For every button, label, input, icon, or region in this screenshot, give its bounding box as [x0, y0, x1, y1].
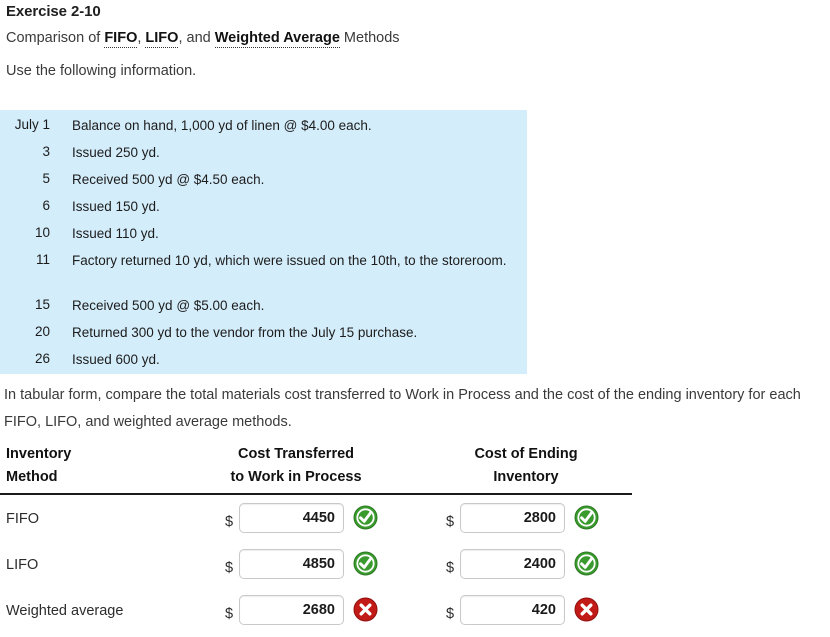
- currency-symbol: $: [446, 560, 455, 576]
- row-label-lifo: LIFO: [6, 557, 39, 573]
- column-header-method: Inventory Method: [6, 443, 186, 489]
- info-row-description: Received 500 yd @ $5.00 each.: [72, 298, 265, 313]
- answer-table: Inventory Method Cost Transferred to Wor…: [0, 443, 660, 625]
- info-row-date: 11: [35, 252, 50, 267]
- info-row-description: Factory returned 10 yd, which were issue…: [72, 253, 507, 268]
- subtitle-prefix: Comparison of: [6, 30, 105, 46]
- column-header-transferred-line1: Cost Transferred: [237, 446, 355, 462]
- x-circle-icon: [574, 597, 599, 622]
- column-header-cost-ending-inventory: Cost of Ending Inventory: [420, 443, 632, 489]
- table-row: Weighted average $ $: [0, 591, 660, 637]
- page-title: Exercise 2-10: [6, 3, 101, 20]
- info-row-date: July 1: [14, 117, 50, 132]
- instructions-text: In tabular form, compare the total mater…: [4, 387, 801, 430]
- answer-input-transferred-fifo[interactable]: [239, 503, 344, 533]
- answer-input-ending-weighted-average[interactable]: [460, 595, 565, 625]
- currency-symbol: $: [446, 514, 455, 530]
- currency-symbol: $: [225, 560, 234, 576]
- term-weighted-average: Weighted Average: [214, 30, 340, 48]
- currency-symbol: $: [225, 514, 234, 530]
- term-fifo: FIFO: [104, 30, 138, 48]
- info-row-date: 15: [34, 297, 50, 312]
- column-header-ending-line2: Inventory: [493, 469, 559, 485]
- table-header-row: Inventory Method Cost Transferred to Wor…: [0, 443, 660, 495]
- info-row-description: Issued 250 yd.: [72, 145, 160, 160]
- column-header-method-line2: Method: [6, 469, 58, 485]
- answer-input-ending-fifo[interactable]: [460, 503, 565, 533]
- table-row: FIFO $ $: [0, 499, 660, 545]
- currency-symbol: $: [446, 606, 455, 622]
- table-row: LIFO $ $: [0, 545, 660, 591]
- row-label-fifo: FIFO: [6, 511, 40, 527]
- check-circle-icon: [574, 505, 599, 530]
- transaction-info-box: July 1 Balance on hand, 1,000 yd of linen…: [0, 110, 527, 374]
- column-header-method-line1: Inventory: [6, 446, 72, 462]
- x-circle-icon: [353, 597, 378, 622]
- info-row-date: 6: [42, 198, 50, 213]
- info-row-description: Issued 110 yd.: [72, 226, 159, 241]
- info-row-description: Received 500 yd @ $4.50 each.: [72, 172, 265, 187]
- subtitle-suffix: Methods: [339, 30, 400, 46]
- info-row-description: Issued 150 yd.: [72, 199, 160, 214]
- info-row-description: Balance on hand, 1,000 yd of linen @ $4.…: [72, 118, 372, 133]
- info-row-date: 20: [34, 324, 50, 339]
- check-circle-icon: [574, 551, 599, 576]
- answer-input-transferred-lifo[interactable]: [239, 549, 344, 579]
- info-row-date: 26: [34, 351, 50, 366]
- subtitle-separator-2: , and: [178, 30, 215, 46]
- info-row-description: Issued 600 yd.: [72, 352, 160, 367]
- column-header-cost-transferred: Cost Transferred to Work in Process: [186, 443, 406, 489]
- currency-symbol: $: [225, 606, 234, 622]
- info-row-date: 3: [42, 144, 50, 159]
- column-header-ending-line1: Cost of Ending: [474, 446, 578, 462]
- row-label-weighted-average: Weighted average: [6, 603, 124, 619]
- exercise-subtitle: Comparison of FIFO, LIFO, and Weighted A…: [6, 30, 400, 48]
- table-header-divider: [0, 493, 632, 495]
- term-lifo: LIFO: [145, 30, 179, 48]
- answer-input-ending-lifo[interactable]: [460, 549, 565, 579]
- check-circle-icon: [353, 505, 378, 530]
- use-information-text: Use the following information.: [6, 63, 197, 79]
- column-header-transferred-line2: to Work in Process: [230, 469, 362, 485]
- info-row-date: 5: [42, 171, 50, 186]
- check-circle-icon: [353, 551, 378, 576]
- answer-input-transferred-weighted-average[interactable]: [239, 595, 344, 625]
- info-row-date: 10: [34, 225, 50, 240]
- info-row-description: Returned 300 yd to the vendor from the J…: [72, 325, 418, 340]
